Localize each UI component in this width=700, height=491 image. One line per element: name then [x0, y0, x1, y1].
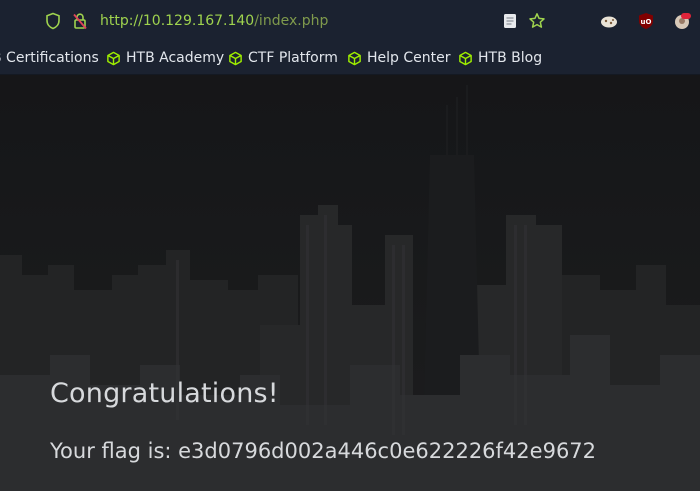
url-toolbar: http://10.129.167.140/index.php uO [0, 0, 700, 42]
bookmark-label: HTB Academy [126, 50, 225, 66]
htb-cube-icon [459, 51, 472, 65]
cookie-extension-icon[interactable] [600, 12, 618, 30]
bookmark-help-center[interactable]: Help Center [347, 48, 451, 68]
reader-view-icon[interactable] [501, 12, 519, 30]
bookmark-label: Help Center [367, 50, 451, 66]
bookmark-label: HTB Blog [478, 50, 543, 66]
shield-icon[interactable] [44, 12, 62, 30]
browser-window: http://10.129.167.140/index.php uO B Cer… [0, 0, 700, 491]
htb-cube-icon [348, 51, 361, 65]
ublock-origin-icon[interactable]: uO [637, 12, 655, 30]
bookmark-star-icon[interactable] [528, 12, 546, 30]
htb-cube-icon [229, 51, 242, 65]
flag-text: Your flag is: e3d0796d002a446c0e622226f4… [50, 439, 597, 463]
page-content: Congratulations! Your flag is: e3d0796d0… [0, 75, 700, 491]
bookmarks-toolbar: B Certifications HTB Academy CTF Platfor… [0, 42, 700, 75]
bookmark-htb-certifications[interactable]: B Certifications [0, 48, 99, 68]
city-skyline-background [0, 75, 700, 491]
bookmark-label: B Certifications [0, 50, 99, 66]
bookmark-htb-academy[interactable]: HTB Academy [106, 48, 224, 68]
url-path: /index.php [254, 13, 329, 29]
bookmark-htb-blog[interactable]: HTB Blog [458, 48, 542, 68]
url-host: http://10.129.167.140 [100, 13, 255, 29]
profile-extension-icon[interactable] [673, 12, 691, 30]
connection-not-secure-icon[interactable] [71, 12, 89, 30]
bookmark-label: CTF Platform [248, 50, 338, 66]
url-field[interactable]: http://10.129.167.140/index.php [100, 12, 328, 30]
svg-text:uO: uO [641, 18, 652, 26]
congratulations-heading: Congratulations! [50, 378, 279, 409]
bookmark-ctf-platform[interactable]: CTF Platform [228, 48, 338, 68]
htb-cube-icon [107, 51, 120, 65]
